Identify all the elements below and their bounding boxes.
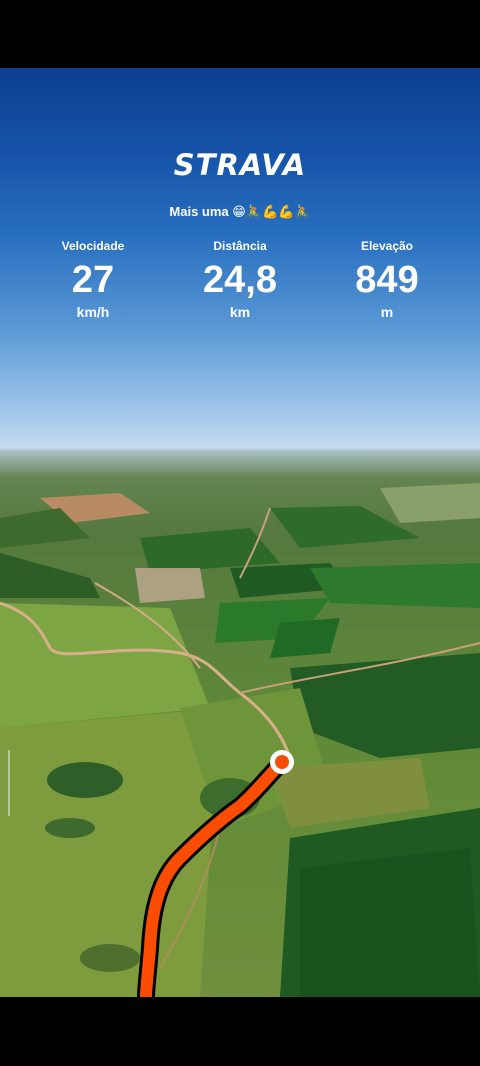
status-bar-area [0, 0, 480, 68]
scrub-2 [45, 818, 95, 838]
forest-mid-4 [270, 618, 340, 658]
village-patch [135, 568, 205, 603]
stat-label: Velocidade [61, 239, 125, 253]
stat-speed: Velocidade 27 km/h [23, 238, 163, 322]
scale-indicator [8, 750, 10, 816]
horizon-haze [0, 448, 480, 478]
phone-screen: STRAVA Mais uma 😁🚴💪💪🚴 Velocidade 27 km/h… [0, 0, 480, 1066]
stat-label: Elevação [360, 239, 414, 253]
navigation-bar-area [0, 997, 480, 1066]
forest-mid-2 [310, 563, 480, 608]
stat-label: Distância [213, 239, 267, 253]
stats-panel: Velocidade 27 km/h Distância 24,8 km Ele… [0, 238, 480, 328]
activity-title: Mais uma 😁🚴💪💪🚴 [169, 204, 311, 219]
stat-unit: m [380, 304, 394, 320]
position-marker-dot [275, 755, 289, 769]
stat-unit: km/h [76, 304, 110, 320]
stat-value: 849 [355, 259, 419, 301]
brand-header: STRAVA [0, 148, 480, 182]
stat-elevation: Elevação 849 m [317, 238, 457, 322]
stat-distance: Distância 24,8 km [170, 238, 310, 322]
forest-lower-right-shade [300, 848, 480, 997]
strava-logo: STRAVA [173, 148, 307, 182]
stat-unit: km [229, 304, 251, 320]
scrub-1 [47, 762, 123, 798]
scrub-3 [80, 944, 140, 972]
stat-value: 24,8 [203, 259, 277, 301]
stat-value: 27 [71, 259, 115, 301]
